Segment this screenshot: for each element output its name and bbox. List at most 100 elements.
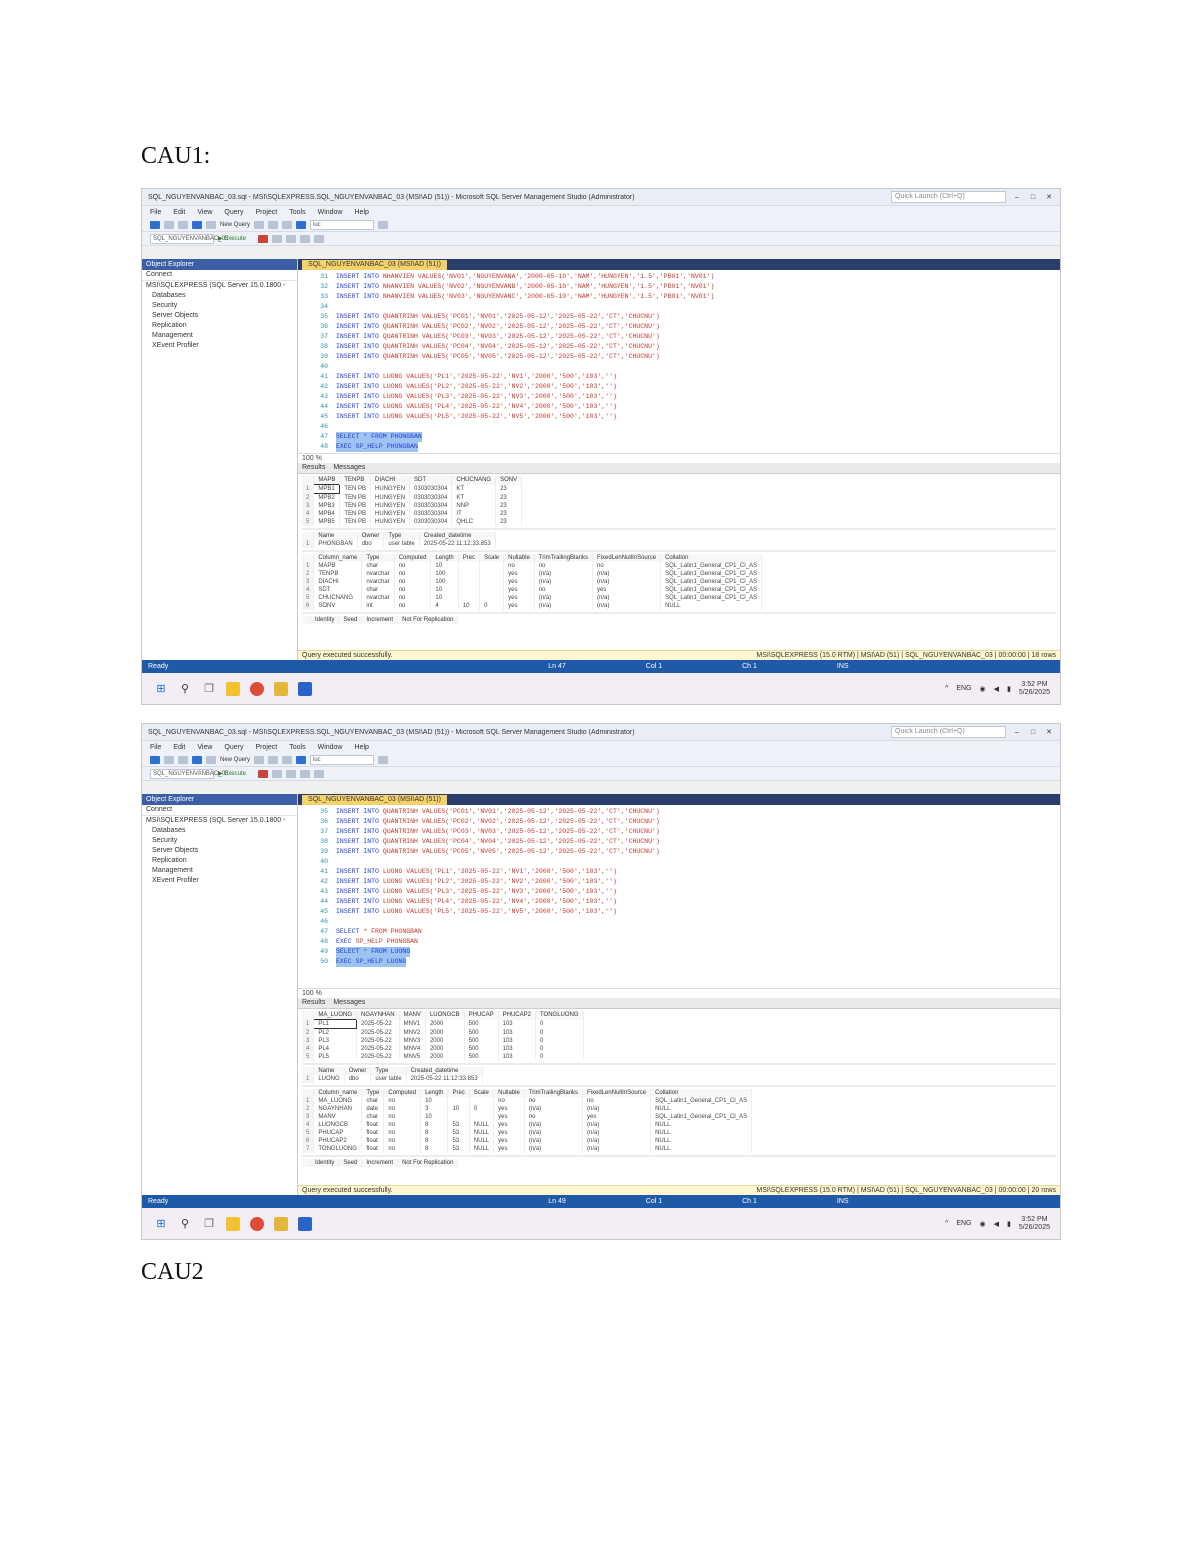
undo-icon[interactable]	[296, 755, 307, 764]
code-line[interactable]: 44 INSERT INTO LUONG VALUES('PL4','2025-0…	[298, 897, 1060, 907]
code-area[interactable]: 35 INSERT INTO QUANTRINH VALUES('PC01','N…	[298, 805, 1060, 988]
table-cell[interactable]: LUONG	[313, 1075, 345, 1083]
tree-server-objects[interactable]: Server Objects	[142, 846, 297, 856]
table-cell[interactable]: float	[361, 1129, 385, 1137]
table-cell[interactable]: SQL_Latin1_General_CP1_CI_AS	[660, 586, 763, 594]
table-cell[interactable]: float	[361, 1137, 385, 1145]
table-row[interactable]: 2 TENPB nvarchar no 100 yes (n/a) (n/a) SQL_Lati…	[302, 570, 763, 578]
table-cell[interactable]: yes	[493, 1105, 525, 1113]
code-line[interactable]: 35 INSERT INTO QUANTRINH VALUES('PC01','N…	[298, 807, 1060, 817]
code-line[interactable]: 32 INSERT INTO NHANVIEN VALUES('NV02','NG…	[298, 282, 1060, 292]
table-cell[interactable]: CHUCNANG	[313, 594, 363, 602]
table-row[interactable]: 2 NGAYNHAN date no 3 10 0 yes (n/a) (n/a) NULL	[302, 1105, 753, 1113]
table-row[interactable]: 3 PL3 2025-05-22 MNV3 2000 500 103 0	[302, 1037, 584, 1045]
tree-security[interactable]: Security	[142, 301, 297, 311]
table-cell[interactable]: 0303030304	[409, 493, 453, 502]
column-header[interactable]: Length	[420, 1089, 449, 1097]
table-row[interactable]: 5 PL5 2025-05-22 MNV5 2000 500 103 0	[302, 1053, 584, 1061]
menu-edit[interactable]: Edit	[173, 744, 185, 751]
column-header[interactable]: FixedLenNullInSource	[592, 554, 662, 562]
code-line[interactable]: 39 INSERT INTO QUANTRINH VALUES('PC05','N…	[298, 847, 1060, 857]
parse-icon[interactable]	[272, 234, 282, 243]
table-cell[interactable]: float	[361, 1121, 385, 1129]
table-cell[interactable]: 2000	[425, 1045, 465, 1053]
table-cell[interactable]: 0	[535, 1019, 584, 1029]
cut-icon[interactable]	[254, 755, 265, 764]
table-cell[interactable]	[479, 562, 505, 570]
column-header[interactable]: PHUCAP2	[498, 1011, 536, 1020]
table-cell[interactable]: NULL	[650, 1129, 753, 1137]
table-cell[interactable]: yes	[503, 594, 535, 602]
table-cell[interactable]: 8	[420, 1145, 449, 1153]
table-cell[interactable]: PL5	[313, 1053, 358, 1061]
table-cell[interactable]: yes	[493, 1129, 525, 1137]
table-cell[interactable]: QHLC	[451, 518, 497, 526]
task-view-icon[interactable]: ❐	[202, 682, 216, 696]
new-project-icon[interactable]	[178, 755, 188, 764]
table-cell[interactable]: nvarchar	[361, 570, 395, 578]
code-line[interactable]: 48 EXEC SP_HELP PHONGBAN	[298, 442, 1060, 452]
table-cell[interactable]: yes	[503, 570, 535, 578]
table-cell[interactable]: (n/a)	[534, 570, 594, 578]
table-cell[interactable]: no	[524, 1097, 584, 1105]
table-cell[interactable]: 2025-05-22	[356, 1045, 400, 1053]
table-cell[interactable]: 100	[430, 570, 459, 578]
table-cell[interactable]: 500	[464, 1045, 499, 1053]
table-cell[interactable]: 0	[535, 1037, 584, 1045]
column-header[interactable]: Column_name	[313, 1089, 363, 1097]
column-header[interactable]: Collation	[650, 1089, 753, 1097]
table-cell[interactable]: float	[361, 1145, 385, 1153]
column-header[interactable]: Name	[313, 532, 358, 540]
table-cell[interactable]: date	[361, 1105, 385, 1113]
column-header[interactable]: Name	[313, 1067, 345, 1075]
table-cell[interactable]: SQL_Latin1_General_CP1_CI_AS	[660, 594, 763, 602]
column-header[interactable]: Type	[361, 1089, 385, 1097]
column-header[interactable]: Seed	[338, 1159, 363, 1167]
table-cell[interactable]: yes	[503, 586, 535, 594]
table-cell[interactable]: HUNGYEN	[370, 510, 411, 518]
quick-launch-input[interactable]: Quick Launch (Ctrl+Q)	[891, 726, 1006, 738]
table-cell[interactable]: dbo	[357, 540, 385, 548]
menu-query[interactable]: Query	[224, 744, 243, 751]
chrome-icon[interactable]	[250, 681, 264, 696]
search-icon[interactable]: ⚲	[178, 682, 192, 696]
table-cell[interactable]: 2000	[425, 1053, 465, 1061]
table-row[interactable]: 1 MAPB char no 10 no no no SQL_Latin1_General_CP…	[302, 562, 763, 570]
table-cell[interactable]: 0303030304	[409, 484, 453, 494]
code-line[interactable]: 37 INSERT INTO QUANTRINH VALUES('PC03','N…	[298, 332, 1060, 342]
table-cell[interactable]: 2025-05-22	[356, 1019, 400, 1029]
table-cell[interactable]: no	[592, 562, 662, 570]
tree-server-node[interactable]: MSI\SQLEXPRESS (SQL Server 15.0.1800 -	[142, 816, 297, 826]
table-row[interactable]: 1 MPB1 TEN PB HUNGYEN 0303030304 KT 23	[302, 484, 523, 494]
table-cell[interactable]: no	[383, 1121, 422, 1129]
table-cell[interactable]: NNP	[451, 502, 497, 510]
table-cell[interactable]: int	[361, 602, 395, 610]
menu-file[interactable]: File	[150, 209, 161, 216]
table-cell[interactable]: TEN PB	[339, 493, 372, 502]
table-cell[interactable]	[458, 578, 481, 586]
code-line[interactable]: 40	[298, 362, 1060, 372]
table-cell[interactable]: yes	[582, 1113, 652, 1121]
table-cell[interactable]: PHUCAP	[313, 1129, 363, 1137]
wifi-icon[interactable]: ◉	[979, 685, 985, 693]
table-cell[interactable]: PL4	[313, 1045, 358, 1053]
code-line[interactable]: 46	[298, 422, 1060, 432]
table-row[interactable]: 6 SONV int no 4 10 0 yes (n/a) (n/a) NULL	[302, 602, 763, 610]
tree-server-objects[interactable]: Server Objects	[142, 311, 297, 321]
column-header[interactable]: Scale	[479, 554, 505, 562]
table-cell[interactable]: TEN PB	[339, 518, 372, 526]
table-row[interactable]: 6 PHUCAP2 float no 8 53 NULL yes (n/a) (n/a) NULL	[302, 1137, 753, 1145]
table-cell[interactable]: char	[361, 586, 395, 594]
table-row[interactable]: 3 DIACHI nvarchar no 100 yes (n/a) (n/a) SQL_Lat…	[302, 578, 763, 586]
table-cell[interactable]: SQL_Latin1_General_CP1_CI_AS	[660, 570, 763, 578]
comment-icon[interactable]	[300, 769, 310, 778]
table-cell[interactable]: 53	[447, 1137, 470, 1145]
menu-project[interactable]: Project	[255, 744, 277, 751]
column-header[interactable]: FixedLenNullInSource	[582, 1089, 652, 1097]
column-header[interactable]: Computed	[394, 554, 432, 562]
table-cell[interactable]: SQL_Latin1_General_CP1_CI_AS	[650, 1097, 753, 1105]
table-cell[interactable]: 500	[464, 1028, 499, 1037]
results-to-grid-icon[interactable]	[286, 769, 296, 778]
table-row[interactable]: 5 MPB5 TEN PB HUNGYEN 0303030304 QHLC 23	[302, 518, 523, 526]
search-combo[interactable]: luc	[310, 754, 375, 765]
